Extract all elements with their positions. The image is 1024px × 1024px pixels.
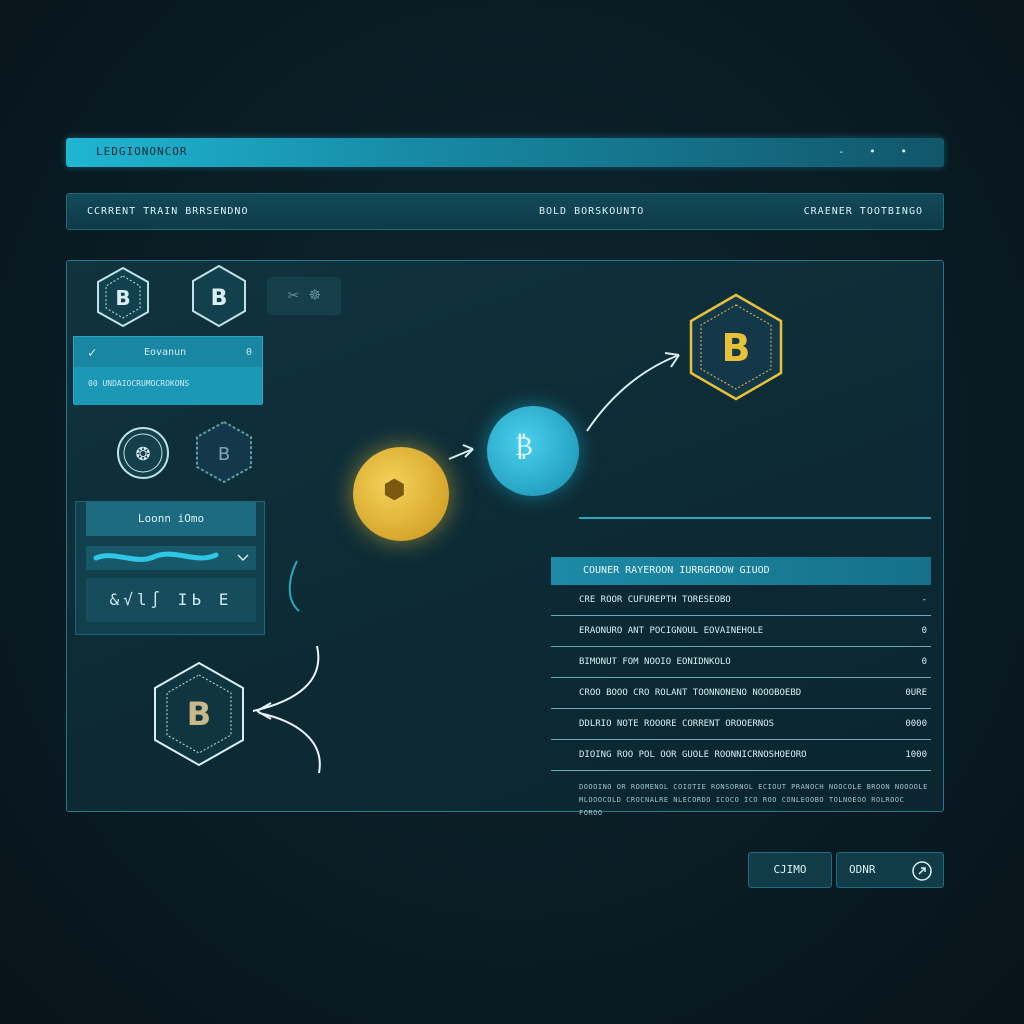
blue-coin-icon[interactable]: ₿ xyxy=(487,406,579,496)
details-row: CRE ROOR CUFUREPTH TORESEOBO - xyxy=(551,585,931,616)
window-controls[interactable]: - • • xyxy=(838,145,916,158)
row-label: DDLRIO NOTE ROOORE CORRENT OROOERNOS xyxy=(579,719,775,729)
row-value: 1000 xyxy=(905,750,927,760)
bitcoin-swirl-icon: ₿ xyxy=(515,432,533,462)
cube-icon: ⬢ xyxy=(383,475,406,505)
details-row: DDLRIO NOTE ROOORE CORRENT OROOERNOS 000… xyxy=(551,709,931,740)
row-value: 0URE xyxy=(905,688,927,698)
header-left-label: CCRRENT TRAIN BRRSENDNO xyxy=(87,206,249,217)
details-header: COUNER RAYEROON IURRGRDOW GIUOD xyxy=(551,557,931,585)
details-row: CROO BOOO CRO ROLANT TOONNONENO NOOOBOEB… xyxy=(551,678,931,709)
row-label: CROO BOOO CRO ROLANT TOONNONENO NOOOBOEB… xyxy=(579,688,802,698)
gold-coin-icon[interactable]: ⬢ xyxy=(353,447,449,541)
svg-text:B: B xyxy=(722,326,751,370)
window-title: LEDGIONONCOR xyxy=(96,145,188,158)
row-value: 0000 xyxy=(905,719,927,729)
transaction-details: COUNER RAYEROON IURRGRDOW GIUOD CRE ROOR… xyxy=(551,557,931,820)
row-value: 0 xyxy=(921,626,927,636)
row-value: 0 xyxy=(921,657,927,667)
row-label: ERAONURO ANT POCIGNOUL EOVAINEHOLE xyxy=(579,626,764,636)
next-button[interactable]: ODNR xyxy=(836,852,944,888)
window-title-bar: LEDGIONONCOR - • • xyxy=(66,138,944,167)
details-note: DOOOINO OR ROOMENOL COIOTIE RONSORNOL EC… xyxy=(579,783,928,817)
cancel-button[interactable]: CJIMO xyxy=(748,852,832,888)
gold-bitcoin-hex-icon[interactable]: B xyxy=(687,291,785,403)
row-label: BIMONUT FOM NOOIO EONIDNKOLO xyxy=(579,657,731,667)
header-bar: CCRRENT TRAIN BRRSENDNO BOLD BORSKOUNTO … xyxy=(66,193,944,230)
details-row: DIOING ROO POL OOR GUOLE ROONNICRNOSHOEO… xyxy=(551,740,931,771)
arrow-circle-icon xyxy=(912,861,932,881)
header-right-label: CRAENER TOOTBINGO xyxy=(803,206,923,217)
details-row: BIMONUT FOM NOOIO EONIDNKOLO 0 xyxy=(551,647,931,678)
header-center-label: BOLD BORSKOUNTO xyxy=(539,206,645,217)
row-label: DIOING ROO POL OOR GUOLE ROONNICRNOSHOEO… xyxy=(579,750,807,760)
row-value: - xyxy=(921,595,927,605)
next-button-label: ODNR xyxy=(849,863,876,876)
details-row: ERAONURO ANT POCIGNOUL EOVAINEHOLE 0 xyxy=(551,616,931,647)
main-panel: B B ✂ ☸ ✓ Eovanun 0 00 UNDAIOCRUMOCROKON… xyxy=(66,260,944,817)
row-label: CRE ROOR CUFUREPTH TORESEOBO xyxy=(579,595,731,605)
